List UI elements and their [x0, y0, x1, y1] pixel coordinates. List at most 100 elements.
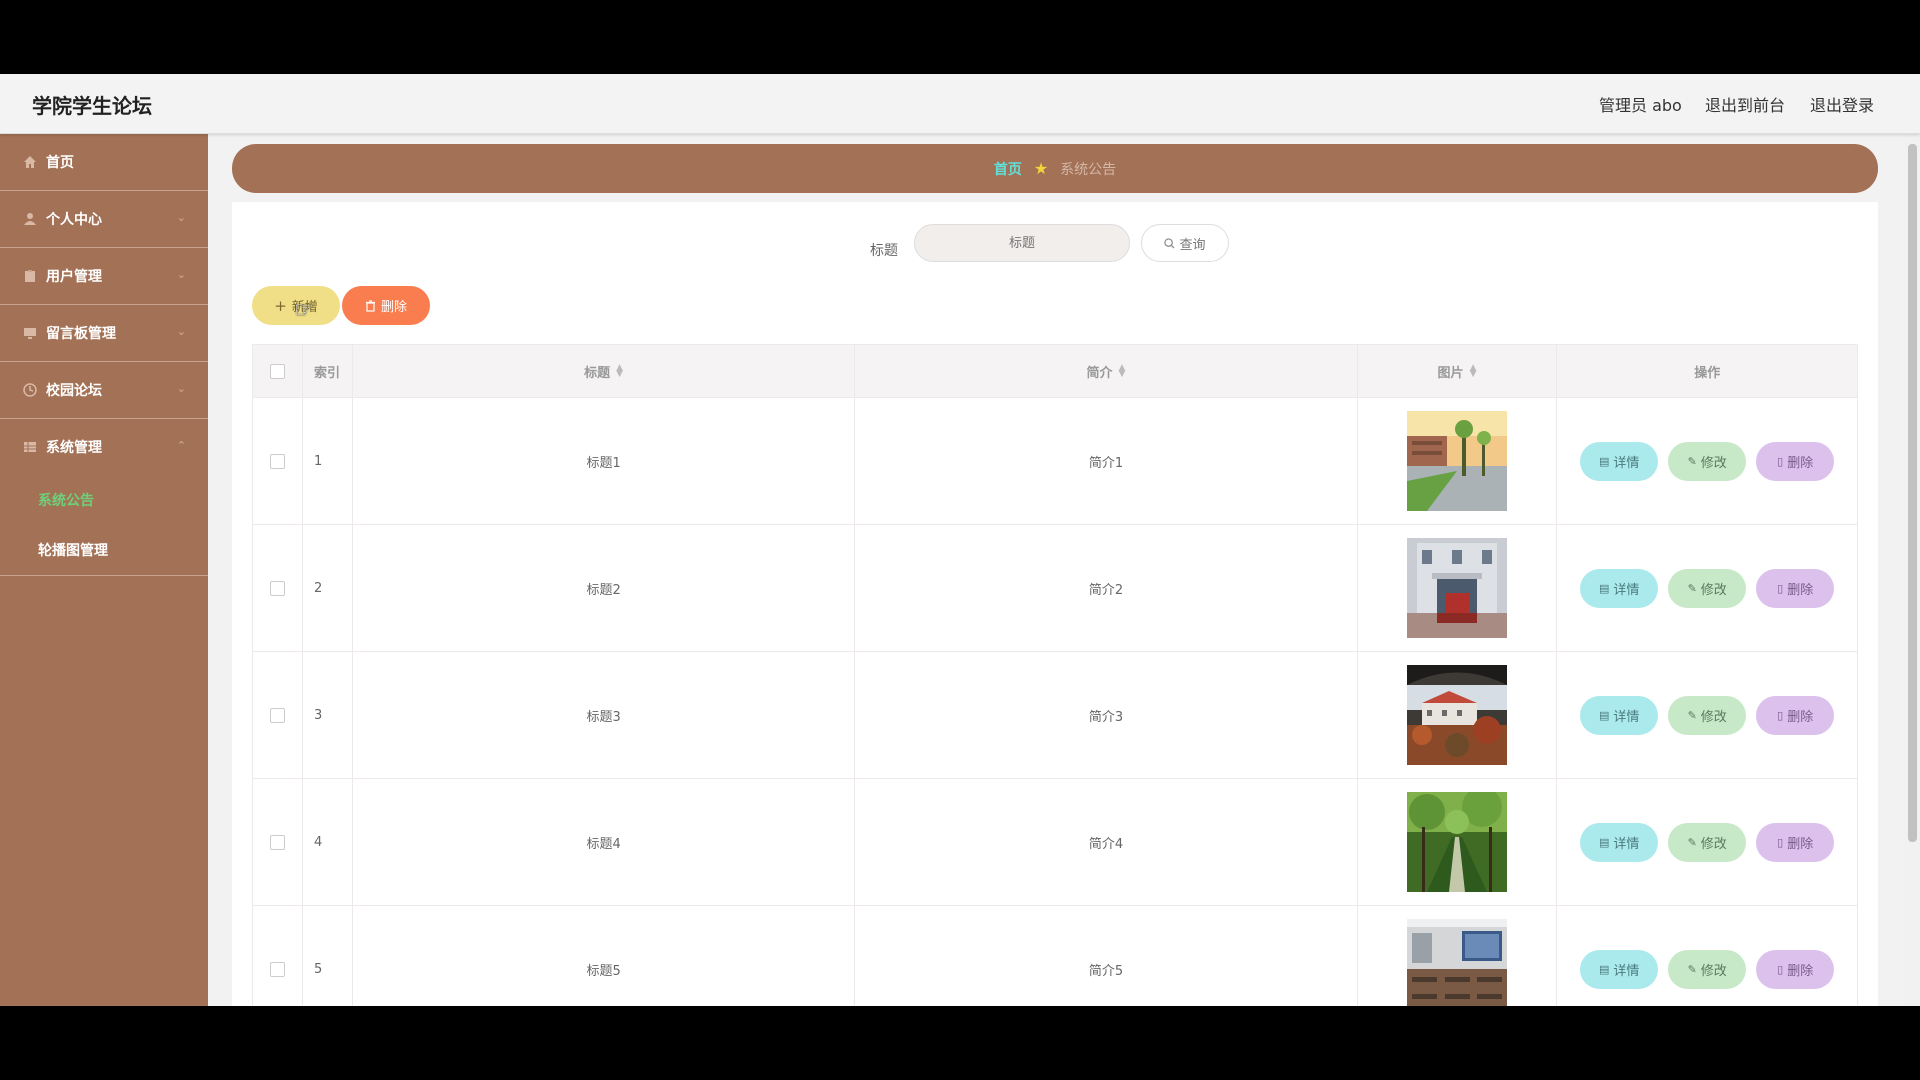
logout-link[interactable]: 退出登录	[1810, 92, 1874, 116]
row-index: 3	[303, 652, 353, 778]
sidebar-item-message-board[interactable]: 留言板管理 ⌄	[0, 305, 208, 362]
search-label: 标题	[870, 243, 898, 259]
row-checkbox[interactable]	[269, 580, 285, 596]
row-index: 1	[303, 398, 353, 524]
campus-aerial-image[interactable]	[1407, 665, 1508, 765]
header-image[interactable]: 图片 ▲ ▼	[1358, 345, 1558, 397]
sidebar-item-label: 留言板管理	[46, 326, 116, 342]
pencil-icon: ✎	[1687, 454, 1697, 468]
edit-label: 修改	[1700, 455, 1727, 471]
query-button[interactable]: 查询	[1141, 224, 1229, 262]
vertical-scrollbar[interactable]	[1905, 134, 1920, 1006]
content-panel: 标题 查询 + 新增 删除 ☞	[232, 202, 1878, 1006]
row-image-cell	[1358, 652, 1558, 778]
detail-button[interactable]: ▤ 详情	[1580, 568, 1659, 608]
header-intro[interactable]: 简介 ▲ ▼	[855, 345, 1358, 397]
delete-button[interactable]: ▯ 删除	[1756, 949, 1835, 989]
classroom-image[interactable]	[1407, 919, 1508, 1006]
app-window: 学院学生论坛 管理员 abo 退出到前台 退出登录 首页 个人中心 ⌄ 用户管理…	[0, 74, 1920, 1006]
select-all-checkbox[interactable]	[269, 363, 285, 379]
breadcrumb-home[interactable]: 首页	[994, 159, 1022, 179]
chevron-down-icon: ⌄	[176, 325, 186, 338]
edit-label: 修改	[1700, 582, 1727, 598]
sidebar-item-label: 校园论坛	[46, 383, 102, 399]
table-row: 1 标题1 简介1 ▤ 详情 ✎ 修改 ▯ 删除	[252, 398, 1858, 525]
detail-button[interactable]: ▤ 详情	[1580, 949, 1659, 989]
row-intro: 简介1	[855, 398, 1358, 524]
sidebar-item-campus-forum[interactable]: 校园论坛 ⌄	[0, 362, 208, 419]
row-index: 5	[303, 906, 353, 1006]
edit-button[interactable]: ✎ 修改	[1668, 695, 1747, 735]
table-row: 4 标题4 简介4 ▤ 详情 ✎ 修改 ▯ 删除	[252, 779, 1858, 906]
row-select-cell	[253, 779, 303, 905]
detail-label: 详情	[1613, 709, 1640, 725]
exit-to-frontend-link[interactable]: 退出到前台	[1705, 92, 1785, 116]
row-title: 标题3	[353, 652, 856, 778]
sidebar-subitem-system-notice[interactable]: 系统公告	[0, 475, 208, 525]
edit-button[interactable]: ✎ 修改	[1668, 441, 1747, 481]
edit-button[interactable]: ✎ 修改	[1668, 822, 1747, 862]
trash-icon: ▯	[1777, 835, 1784, 849]
delete-button[interactable]: ▯ 删除	[1756, 822, 1835, 862]
sort-icon: ▲ ▼	[1118, 363, 1126, 379]
star-icon: ★	[1033, 159, 1049, 178]
row-image-cell	[1358, 906, 1558, 1006]
delete-label: 删除	[1787, 963, 1814, 979]
sidebar-item-user-management[interactable]: 用户管理 ⌄	[0, 248, 208, 305]
tree-path-image[interactable]	[1407, 792, 1508, 892]
detail-button[interactable]: ▤ 详情	[1580, 822, 1659, 862]
detail-button[interactable]: ▤ 详情	[1580, 441, 1659, 481]
row-ops: ▤ 详情 ✎ 修改 ▯ 删除	[1557, 906, 1857, 1006]
trash-icon	[365, 299, 376, 312]
row-title: 标题5	[353, 906, 856, 1006]
document-icon: ▤	[1598, 581, 1610, 595]
sidebar-item-home[interactable]: 首页	[0, 134, 208, 191]
edit-label: 修改	[1700, 836, 1727, 852]
sort-icon: ▲ ▼	[1469, 363, 1477, 379]
row-intro: 简介3	[855, 652, 1358, 778]
edit-button[interactable]: ✎ 修改	[1668, 568, 1747, 608]
edit-button[interactable]: ✎ 修改	[1668, 949, 1747, 989]
sidebar-subitem-carousel[interactable]: 轮播图管理	[0, 525, 208, 576]
pencil-icon: ✎	[1687, 581, 1697, 595]
header-title[interactable]: 标题 ▲ ▼	[353, 345, 856, 397]
row-intro: 简介5	[855, 906, 1358, 1006]
delete-button[interactable]: ▯ 删除	[1756, 441, 1835, 481]
edit-label: 修改	[1700, 963, 1727, 979]
title-search-input[interactable]	[914, 224, 1130, 262]
trash-icon: ▯	[1777, 581, 1784, 595]
detail-button[interactable]: ▤ 详情	[1580, 695, 1659, 735]
table-row: 5 标题5 简介5 ▤ 详情 ✎ 修改 ▯ 删除	[252, 906, 1858, 1006]
top-bar: 学院学生论坛 管理员 abo 退出到前台 退出登录	[0, 74, 1920, 134]
site-title: 学院学生论坛	[32, 94, 152, 118]
row-checkbox[interactable]	[269, 453, 285, 469]
table-row: 3 标题3 简介3 ▤ 详情 ✎ 修改 ▯ 删除	[252, 652, 1858, 779]
delete-button[interactable]: ▯ 删除	[1756, 568, 1835, 608]
row-intro: 简介4	[855, 779, 1358, 905]
sort-icon: ▲ ▼	[616, 363, 624, 379]
row-checkbox[interactable]	[269, 707, 285, 723]
delete-label: 删除	[1787, 709, 1814, 725]
trash-icon: ▯	[1777, 454, 1784, 468]
campus-road-image[interactable]	[1407, 411, 1508, 511]
batch-delete-label: 删除	[380, 300, 407, 315]
row-ops: ▤ 详情 ✎ 修改 ▯ 删除	[1557, 398, 1857, 524]
row-checkbox[interactable]	[269, 961, 285, 977]
table-row: 2 标题2 简介2 ▤ 详情 ✎ 修改 ▯ 删除	[252, 525, 1858, 652]
sidebar-item-personal-center[interactable]: 个人中心 ⌄	[0, 191, 208, 248]
pencil-icon: ✎	[1687, 708, 1697, 722]
mouse-cursor-icon: ☞	[294, 298, 314, 323]
header-index: 索引	[303, 345, 353, 397]
document-icon: ▤	[1598, 835, 1610, 849]
campus-building-image[interactable]	[1407, 538, 1508, 638]
detail-label: 详情	[1613, 963, 1640, 979]
row-checkbox[interactable]	[269, 834, 285, 850]
home-icon	[22, 154, 38, 170]
sidebar-item-system-management[interactable]: 系统管理 ⌃	[0, 419, 208, 475]
pencil-icon: ✎	[1687, 962, 1697, 976]
delete-button[interactable]: ▯ 删除	[1756, 695, 1835, 735]
scrollbar-thumb[interactable]	[1908, 144, 1917, 842]
header-image-label: 图片	[1437, 365, 1464, 381]
batch-delete-button[interactable]: 删除	[342, 286, 430, 325]
notice-table: 索引 标题 ▲ ▼ 简介 ▲ ▼ 图片 ▲ ▼ 操作 1 标题1 简介1 ▤ 详…	[252, 344, 1858, 1006]
